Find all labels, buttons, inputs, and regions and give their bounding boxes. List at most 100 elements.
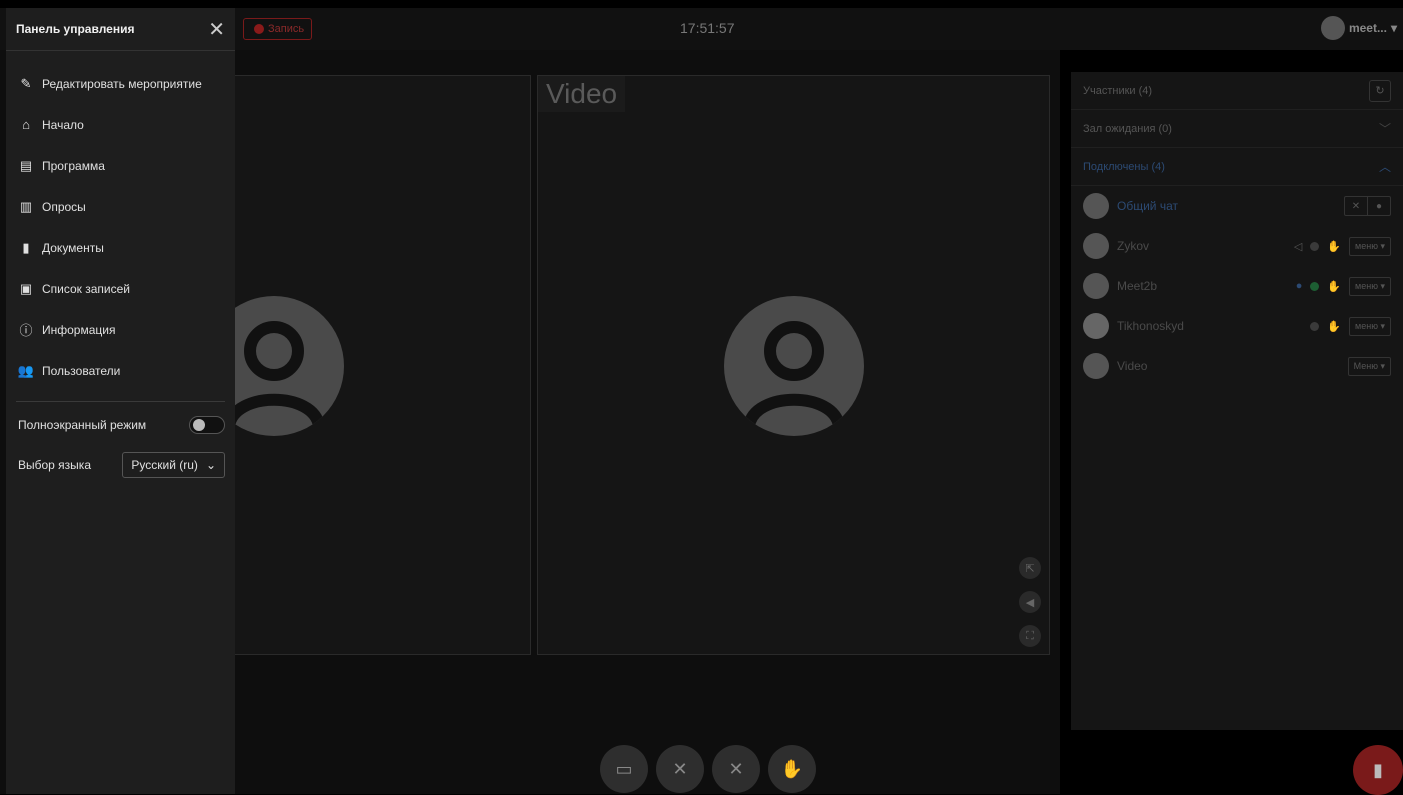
info-icon: ⓘ	[19, 323, 33, 338]
video-tile-2[interactable]: Video ⇱ ◀ ⛶	[537, 75, 1050, 655]
hand-icon: ✋	[1327, 240, 1342, 253]
hand-icon: ✋	[1327, 320, 1342, 333]
list-item[interactable]: Общий чат ✕ ●	[1071, 186, 1403, 226]
chevron-up-icon: ︿	[1378, 160, 1391, 174]
fullscreen-icon[interactable]: ⛶	[1019, 625, 1041, 647]
video-tile-label: Video	[538, 76, 626, 112]
connected-label: Подключены (4)	[1083, 160, 1165, 173]
mic-off-icon[interactable]: ✕	[1345, 197, 1367, 215]
chat-actions: ✕ ●	[1344, 196, 1391, 216]
participants-title: Участники (4)	[1083, 84, 1153, 97]
volume-icon[interactable]: ◀	[1019, 591, 1041, 613]
sidebar-item-label: Редактировать мероприятие	[42, 76, 202, 91]
sidebar-item-info[interactable]: ⓘ Информация	[6, 309, 235, 350]
leave-button[interactable]: ▮	[1353, 745, 1403, 795]
sidebar-item-label: Пользователи	[42, 363, 121, 378]
mic-icon[interactable]: ●	[1367, 197, 1390, 215]
popout-icon[interactable]: ⇱	[1019, 557, 1041, 579]
fullscreen-toggle[interactable]	[189, 416, 225, 434]
sidebar-item-edit-event[interactable]: ✎ Редактировать мероприятие	[6, 63, 235, 104]
session-clock: 17:51:57	[680, 20, 735, 36]
divider	[16, 401, 225, 402]
list-item[interactable]: Meet2b ● ✋ меню ▾	[1071, 266, 1403, 306]
hand-icon: ✋	[1327, 280, 1342, 293]
list-item[interactable]: Tikhonoskyd ✋ меню ▾	[1071, 306, 1403, 346]
fullscreen-setting: Полноэкранный режим	[6, 405, 235, 445]
sidebar-item-recordings[interactable]: ▣ Список записей	[6, 268, 235, 309]
record-button[interactable]: Запись	[243, 18, 312, 40]
user-name: meet...	[1348, 21, 1387, 35]
participant-name: Video	[1117, 359, 1148, 373]
sidebar-item-program[interactable]: ▤ Программа	[6, 145, 235, 186]
poll-icon: ▥	[19, 198, 33, 214]
sidebar-item-label: Список записей	[42, 281, 131, 296]
screen-share-button[interactable]: ▭	[600, 745, 648, 793]
mic-icon: ●	[1295, 280, 1303, 292]
participant-name: Tikhonoskyd	[1117, 319, 1184, 333]
participant-menu-button[interactable]: меню ▾	[1349, 316, 1391, 336]
language-setting: Выбор языка Русский (ru) ⌄	[6, 445, 235, 485]
avatar	[1083, 273, 1109, 299]
status-dot-icon	[1310, 281, 1320, 291]
user-menu[interactable]: meet... ▾	[1320, 16, 1397, 40]
avatar	[1083, 313, 1109, 339]
home-icon: ⌂	[22, 117, 30, 132]
record-dot-icon	[254, 24, 264, 34]
list-item[interactable]: Zykov ◁ ✋ меню ▾	[1071, 226, 1403, 266]
control-panel-sidebar: Панель управления ✕ ✎ Редактировать меро…	[6, 8, 235, 794]
waiting-room-section[interactable]: Зал ожидания (0) ﹀	[1071, 110, 1403, 148]
sidebar-item-home[interactable]: ⌂ Начало	[6, 104, 235, 145]
camera-off-icon: ✕	[672, 758, 688, 779]
edit-icon: ✎	[20, 75, 32, 91]
language-label: Выбор языка	[18, 458, 91, 472]
record-label: Запись	[268, 23, 305, 35]
door-icon: ▮	[1373, 759, 1383, 780]
chevron-down-icon: ⌄	[205, 458, 216, 472]
program-icon: ▤	[19, 157, 33, 173]
hand-icon: ✋	[780, 758, 804, 779]
user-avatar	[1320, 16, 1345, 40]
participants-header: Участники (4) ↻	[1071, 72, 1403, 110]
sidebar-item-users[interactable]: 👥 Пользователи	[6, 350, 235, 391]
recordings-icon: ▣	[19, 280, 33, 296]
mic-off-icon: ✕	[728, 758, 744, 779]
participant-menu-button[interactable]: меню ▾	[1349, 236, 1391, 256]
participant-menu-button[interactable]: меню ▾	[1349, 276, 1391, 296]
document-icon: ▮	[22, 239, 30, 255]
users-icon: 👥	[17, 362, 35, 378]
sidebar-item-polls[interactable]: ▥ Опросы	[6, 186, 235, 227]
participants-panel: Участники (4) ↻ Зал ожидания (0) ﹀ Подкл…	[1071, 72, 1403, 730]
chevron-down-icon: ﹀	[1378, 122, 1391, 136]
chat-name: Общий чат	[1117, 199, 1178, 213]
avatar	[1083, 353, 1109, 379]
refresh-icon[interactable]: ↻	[1369, 79, 1391, 102]
participant-name: Meet2b	[1117, 279, 1158, 293]
avatar	[1083, 233, 1109, 259]
status-dot-icon	[1310, 241, 1320, 251]
sidebar-item-label: Информация	[42, 322, 116, 337]
megaphone-icon: ◁	[1293, 240, 1303, 253]
call-controls: ▭ ✕ ✕ ✋	[600, 745, 816, 793]
sidebar-item-label: Опросы	[42, 199, 86, 214]
mic-toggle-button[interactable]: ✕	[712, 745, 760, 793]
participant-name: Zykov	[1117, 239, 1150, 253]
avatar	[1083, 193, 1109, 219]
chevron-down-icon: ▾	[1390, 21, 1397, 35]
language-select[interactable]: Русский (ru) ⌄	[122, 452, 225, 478]
waiting-room-label: Зал ожидания (0)	[1083, 122, 1172, 135]
list-item[interactable]: Video Меню ▾	[1071, 346, 1403, 386]
raise-hand-button[interactable]: ✋	[768, 745, 816, 793]
sidebar-item-documents[interactable]: ▮ Документы	[6, 227, 235, 268]
sidebar-item-label: Программа	[42, 158, 105, 173]
camera-toggle-button[interactable]: ✕	[656, 745, 704, 793]
monitor-icon: ▭	[615, 758, 633, 779]
close-icon[interactable]: ✕	[208, 17, 225, 42]
sidebar-header: Панель управления ✕	[6, 8, 235, 51]
sidebar-title: Панель управления	[16, 22, 135, 36]
participant-avatar-icon	[724, 296, 864, 436]
sidebar-item-label: Начало	[42, 117, 84, 132]
fullscreen-label: Полноэкранный режим	[18, 418, 147, 432]
connected-section[interactable]: Подключены (4) ︿	[1071, 148, 1403, 186]
sidebar-item-label: Документы	[42, 240, 104, 255]
participant-menu-button[interactable]: Меню ▾	[1347, 356, 1391, 376]
